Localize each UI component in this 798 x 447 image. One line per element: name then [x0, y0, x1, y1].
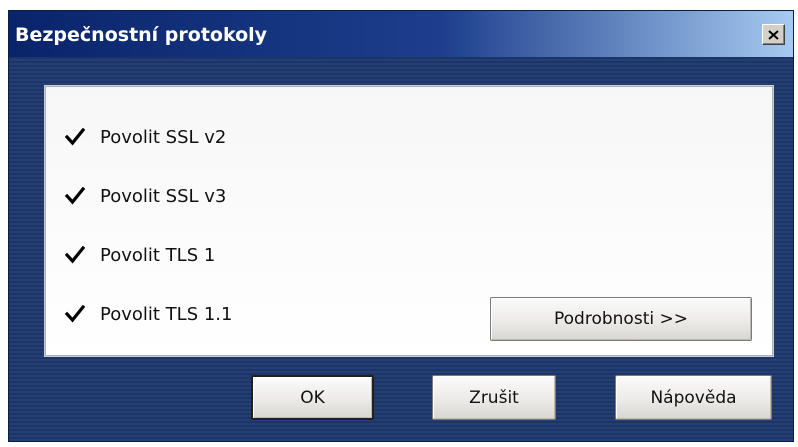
checkbox-label: Povolit TLS 1 — [100, 244, 216, 266]
close-button[interactable] — [762, 24, 785, 45]
help-button[interactable]: Nápověda — [615, 375, 772, 420]
checkmark-icon[interactable] — [64, 303, 86, 325]
checkbox-label: Povolit SSL v3 — [100, 185, 227, 207]
ok-button[interactable]: OK — [251, 375, 374, 420]
checkbox-tls-1-1[interactable]: Povolit TLS 1.1 — [64, 301, 232, 327]
cancel-button[interactable]: Zrušit — [432, 375, 556, 420]
protocols-panel: Povolit SSL v2 Povolit SSL v3 Povolit TL… — [45, 86, 773, 356]
checkmark-icon[interactable] — [64, 185, 86, 207]
security-protocols-dialog: Bezpečnostní protokoly Povolit SSL v2 Po… — [8, 10, 794, 442]
checkbox-tls-1[interactable]: Povolit TLS 1 — [64, 242, 215, 268]
checkbox-label: Povolit TLS 1.1 — [100, 303, 233, 325]
checkmark-icon[interactable] — [64, 126, 86, 148]
checkmark-icon[interactable] — [64, 244, 86, 266]
checkbox-ssl-v2[interactable]: Povolit SSL v2 — [64, 124, 226, 150]
dialog-title: Bezpečnostní protokoly — [15, 24, 268, 46]
dialog-titlebar[interactable]: Bezpečnostní protokoly — [9, 11, 793, 57]
details-button[interactable]: Podrobnosti >> — [490, 297, 752, 341]
checkbox-ssl-v3[interactable]: Povolit SSL v3 — [64, 183, 226, 209]
checkbox-label: Povolit SSL v2 — [100, 126, 227, 148]
close-icon — [768, 29, 779, 40]
